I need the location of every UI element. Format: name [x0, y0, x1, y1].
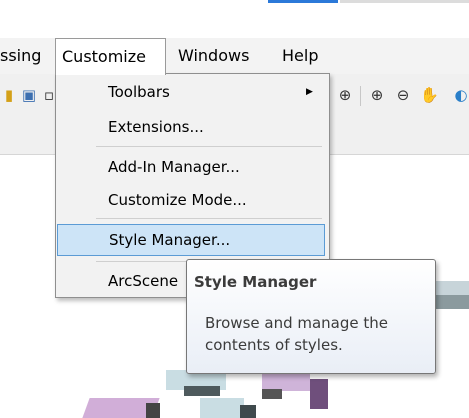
menu-separator — [96, 218, 322, 219]
menu-item-label: ArcScene — [108, 272, 179, 290]
menu-separator — [96, 146, 322, 147]
menu-item-toolbars[interactable]: Toolbars ▶ — [56, 77, 327, 107]
map-tile — [184, 386, 220, 396]
toolbar-separator — [360, 86, 361, 106]
zoom-in-icon[interactable]: ⊕ — [368, 86, 386, 104]
menu-item-customize-mode[interactable]: Customize Mode... — [56, 185, 327, 215]
zoom-out-icon[interactable]: ⊖ — [394, 86, 412, 104]
menu-item-add-in-manager[interactable]: Add-In Manager... — [56, 152, 327, 182]
map-tile — [200, 398, 244, 418]
map-tile — [262, 389, 282, 399]
menu-item-label: Customize Mode... — [108, 191, 247, 209]
menu-item-label: Style Manager... — [109, 231, 231, 249]
map-tile — [240, 405, 256, 418]
submenu-arrow-icon: ▶ — [306, 87, 313, 97]
pan-icon[interactable]: ✋ — [420, 86, 439, 104]
tooltip-title: Style Manager — [194, 273, 317, 291]
menu-item-extensions[interactable]: Extensions... — [56, 112, 327, 142]
tooltip-description: Browse and manage the contents of styles… — [205, 314, 389, 354]
globe-icon[interactable]: ◐ — [452, 86, 469, 104]
inactive-tab-indicator — [340, 0, 469, 3]
menu-customize[interactable]: Customize — [55, 38, 166, 75]
navigate-icon[interactable]: ⊕ — [336, 86, 354, 104]
window-icon[interactable]: ▣ — [20, 86, 38, 104]
title-strip — [0, 0, 469, 38]
menu-item-label: Extensions... — [108, 118, 204, 136]
map-tile — [310, 379, 328, 409]
menu-item-label: Toolbars — [108, 83, 170, 101]
menu-geoprocessing[interactable]: ssing — [0, 38, 47, 74]
active-tab-indicator — [268, 0, 338, 3]
layer-icon[interactable]: ▮ — [0, 86, 18, 104]
menu-bar: ssing Customize Windows Help — [0, 38, 469, 75]
menu-windows[interactable]: Windows — [172, 38, 255, 74]
map-tile — [146, 403, 160, 418]
menu-item-style-manager[interactable]: Style Manager... — [57, 224, 325, 256]
menu-item-label: Add-In Manager... — [108, 158, 240, 176]
menu-help[interactable]: Help — [276, 38, 324, 74]
style-manager-tooltip: Style Manager Browse and manage the cont… — [186, 259, 436, 374]
